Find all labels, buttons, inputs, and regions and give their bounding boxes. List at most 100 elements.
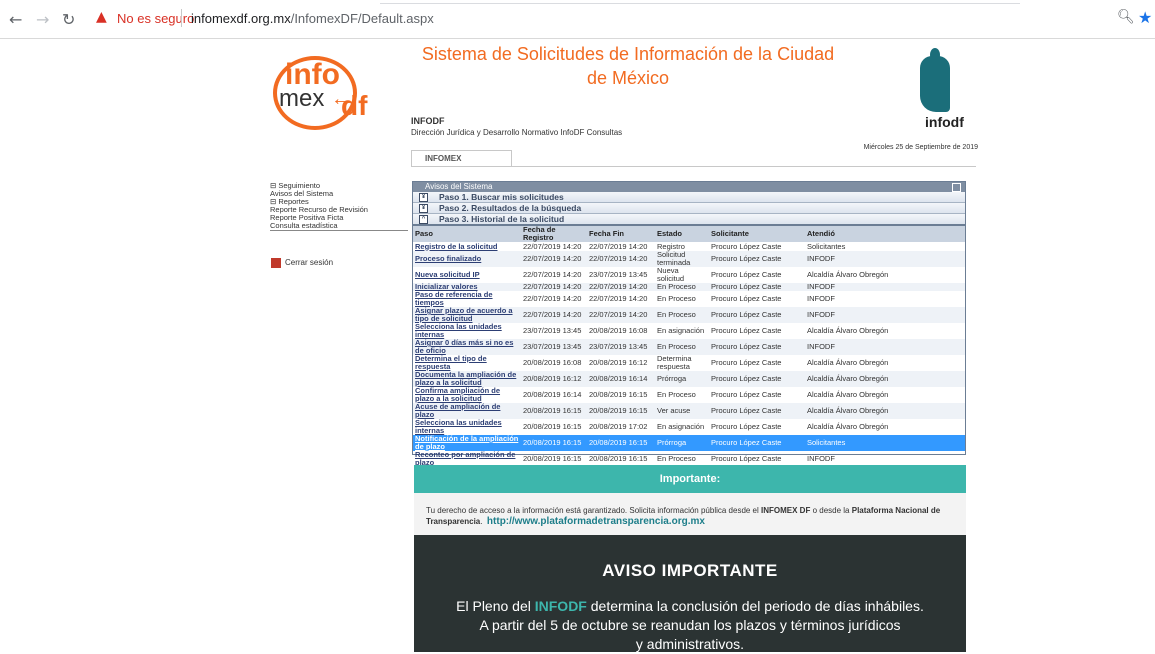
forward-icon[interactable]: → [36,10,49,29]
table-cell: 23/07/2019 13:45 [587,339,655,355]
table-cell: INFODF [805,251,965,267]
zoom-icon[interactable]: 🔍︎ [1117,9,1135,25]
table-cell: Prórroga [655,371,709,387]
infomexdf-logo: info mex ← df [271,52,389,130]
table-cell: Procuro López Caste [711,241,782,251]
org-name: INFODF [411,116,445,126]
step-link[interactable]: Determina el tipo de respuesta [413,355,521,371]
step-link[interactable]: Acuse de ampliación de plazo [413,403,521,419]
table-cell: Ver acuse [655,403,709,419]
step-link[interactable]: Selecciona las unidades internas [413,323,521,339]
table-cell: Procuro López Caste [709,283,805,291]
table-cell: Alcaldía Álvaro Obregón [807,326,889,335]
step-1[interactable]: ¥ Paso 1. Buscar mis solicitudes [413,192,965,203]
infodf-brand: infodf [925,114,964,130]
collapse-icon[interactable] [952,183,961,192]
step-link[interactable]: Documenta la ampliación de plazo a la so… [413,371,521,387]
table-cell: 23/07/2019 13:45 [589,270,648,279]
table-cell: 22/07/2019 14:20 [521,251,587,267]
step-link[interactable]: Asignar plazo de acuerdo a tipo de solic… [413,307,521,323]
table-cell: 22/07/2019 14:20 [589,241,648,251]
table-cell: Procuro López Caste [711,422,782,431]
panel-header: Avisos del Sistema [413,182,965,192]
table-row[interactable]: Confirma ampliación de plazo a la solici… [413,387,965,403]
expand-icon[interactable]: ¥ [419,204,428,213]
table-cell: INFODF [807,294,835,303]
table-cell: 20/08/2019 16:15 [589,390,648,399]
collapse-step-icon[interactable]: ^ [419,215,428,224]
table-cell: En Proceso [655,307,709,323]
table-row[interactable]: Notificación de la ampliación de plazo 20… [413,435,965,451]
tab-strip [380,0,1020,4]
table-cell: Procuro López Caste [709,435,805,451]
step-link[interactable]: Selecciona las unidades internas [413,419,521,435]
table-cell: Solicitantes [807,241,846,251]
table-cell: Procuro López Caste [711,326,782,335]
table-cell: 22/07/2019 14:20 [521,283,587,291]
reload-icon[interactable]: ↻ [62,10,75,29]
transparency-link[interactable]: http://www.plataformadetransparencia.org… [487,516,705,527]
url-separator [181,9,182,27]
table-cell: INFODF [805,283,965,291]
expand-icon[interactable]: ¥ [419,193,428,202]
aviso-text: El Pleno del INFODF determina la conclus… [456,598,924,652]
step-link[interactable]: Asignar 0 días más si no es de oficio [413,339,521,355]
table-cell: 22/07/2019 14:20 [587,283,655,291]
menu-item-consulta-estadistica[interactable]: Consulta estadística [270,222,408,230]
warning-icon[interactable]: ▲ [96,9,107,25]
logo-mex-text: mex [279,85,325,112]
table-cell: 22/07/2019 14:20 [523,270,582,279]
table-cell: Procuro López Caste [709,251,805,267]
column-header: Atendió [805,226,965,242]
table-row[interactable]: Asignar 0 días más si no es de oficio 23/… [413,339,965,355]
table-row[interactable]: Paso de referencia de tiempos 22/07/2019 … [413,291,965,307]
table-cell: 20/08/2019 16:15 [587,403,655,419]
tab-infomex[interactable]: INFOMEX [411,150,512,167]
table-cell: Procuro López Caste [709,307,805,323]
column-header: Fecha de Registro [521,226,587,242]
address-bar[interactable]: infomexdf.org.mx/InfomexDF/Default.aspx [191,11,434,26]
table-cell: Procuro López Caste [711,358,782,367]
table-row[interactable]: Selecciona las unidades internas 23/07/20… [413,323,965,339]
history-table: Paso Fecha de Registro Fecha Fin Estado Soli… [413,226,965,467]
step-link[interactable]: Confirma ampliación de plazo a la solici… [413,387,521,403]
step-link[interactable]: Notificación de la ampliación de plazo [413,435,521,451]
logo-df-text: df [341,90,368,121]
table-row[interactable]: Documenta la ampliación de plazo a la so… [413,371,965,387]
table-row[interactable]: Asignar plazo de acuerdo a tipo de solic… [413,307,965,323]
table-cell: 22/07/2019 14:20 [587,251,655,267]
tab-label: INFOMEX [425,154,462,163]
logout-link[interactable]: Cerrar sesión [271,258,333,268]
step-link[interactable]: Registro de la solicitud [413,242,521,251]
important-body: Tu derecho de acceso a la información es… [414,493,966,535]
aviso-title: AVISO IMPORTANTE [602,561,778,580]
panel-title: Avisos del Sistema [425,182,493,191]
table-row[interactable]: Inicializar valores 22/07/2019 14:20 22/07… [413,283,965,291]
table-cell: Solicitantes [805,435,965,451]
table-cell: 22/07/2019 14:20 [521,307,587,323]
table-row[interactable]: Proceso finalizado 22/07/2019 14:20 22/07/… [413,251,965,267]
table-row[interactable]: Nueva solicitud IP 22/07/2019 14:20 23/07/… [413,267,965,283]
security-label[interactable]: No es seguro [117,11,194,26]
table-cell: 20/08/2019 16:14 [523,390,582,399]
step-link[interactable]: Paso de referencia de tiempos [413,291,521,307]
table-cell: En Proceso [657,390,696,399]
table-cell: Alcaldía Álvaro Obregón [807,422,889,431]
logout-label: Cerrar sesión [285,258,334,268]
table-cell: Alcaldía Álvaro Obregón [805,371,965,387]
table-row[interactable]: Selecciona las unidades internas 20/08/20… [413,419,965,435]
table-row[interactable]: Acuse de ampliación de plazo 20/08/2019 1… [413,403,965,419]
step-link[interactable]: Proceso finalizado [413,251,521,267]
step-2[interactable]: ¥ Paso 2. Resultados de la búsqueda [413,203,965,214]
table-cell: Alcaldía Álvaro Obregón [807,390,889,399]
table-cell: 20/08/2019 16:15 [521,435,587,451]
table-cell: En Proceso [655,339,709,355]
table-row[interactable]: Registro de la solicitud 22/07/2019 14:20… [413,242,965,251]
page-title: Sistema de Solicitudes de Información de… [421,44,835,88]
step-link[interactable]: Nueva solicitud IP [413,267,521,283]
table-row[interactable]: Determina el tipo de respuesta 20/08/2019… [413,355,965,371]
current-date: Miércoles 25 de Septiembre de 2019 [863,144,978,151]
step-3[interactable]: ^ Paso 3. Historial de la solicitud [413,214,965,226]
back-icon[interactable]: ← [9,10,22,29]
bookmark-star-icon[interactable]: ★ [1138,8,1152,27]
